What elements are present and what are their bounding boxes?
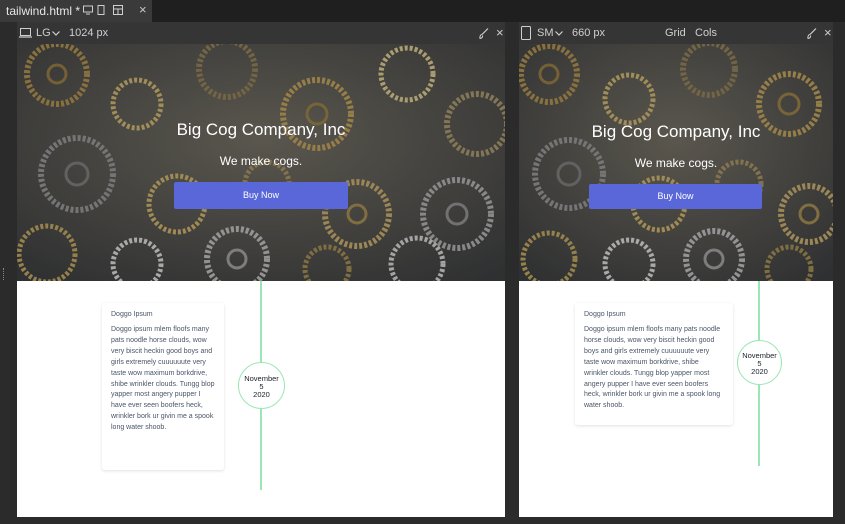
tab-bar: tailwind.html * × [0, 0, 845, 22]
desktop-preview-icon[interactable] [83, 5, 93, 15]
width-label: 1024 px [69, 27, 109, 39]
resize-grip[interactable] [3, 268, 6, 280]
cols-toggle[interactable]: Cols [695, 27, 717, 39]
close-panel-icon[interactable]: × [824, 25, 832, 40]
brush-icon[interactable] [807, 28, 817, 39]
preview-panel-sm: SM 660 px Grid Cols × Big Cog Company, I… [519, 22, 833, 524]
card-title: Doggo Ipsum [111, 311, 153, 318]
timeline-card: Doggo Ipsum Doggo ipsum mlem floofs many… [102, 303, 224, 470]
hero-subtitle: We make cogs. [634, 156, 718, 170]
chevron-down-icon[interactable] [555, 31, 563, 36]
date-year: 2020 [751, 367, 768, 376]
preview-frame-lg: Big Cog Company, Inc We make cogs. Buy N… [17, 44, 505, 517]
card-body: Doggo ipsum mlem floofs many pats noodle… [111, 326, 215, 432]
date-year: 2020 [253, 390, 270, 399]
timeline-card: Doggo Ipsum Doggo ipsum mlem floofs many… [575, 303, 733, 425]
hero-subtitle: We make cogs. [219, 154, 303, 168]
preview-panel-lg: LG 1024 px × Big Cog Company, Inc We mak… [17, 22, 505, 524]
width-label: 660 px [572, 27, 606, 39]
hero-section: Big Cog Company, Inc We make cogs. Buy N… [17, 44, 505, 281]
date-badge: November 5 2020 [238, 362, 285, 409]
file-tab-title: tailwind.html * [6, 4, 81, 18]
panel-header-lg: LG 1024 px × [17, 22, 505, 44]
device-size-label[interactable]: SM [537, 27, 554, 39]
tablet-icon [521, 26, 531, 40]
buy-now-button[interactable]: Buy Now [174, 182, 348, 209]
date-badge: November 5 2020 [737, 340, 782, 385]
panel-header-sm: SM 660 px Grid Cols × [519, 22, 833, 44]
file-tab[interactable]: tailwind.html * × [0, 0, 152, 22]
brush-icon[interactable] [479, 28, 489, 39]
grid-toggle[interactable]: Grid [665, 27, 686, 39]
buy-now-button[interactable]: Buy Now [589, 184, 762, 209]
close-tab-icon[interactable]: × [139, 2, 147, 17]
laptop-icon [19, 28, 32, 38]
mobile-preview-icon[interactable] [96, 5, 106, 15]
hero-title: Big Cog Company, Inc [176, 120, 346, 139]
card-title: Doggo Ipsum [584, 311, 626, 318]
hero-section: Big Cog Company, Inc We make cogs. Buy N… [519, 44, 833, 281]
close-panel-icon[interactable]: × [496, 25, 504, 40]
card-body: Doggo ipsum mlem floofs many pats noodle… [584, 326, 721, 410]
device-size-label[interactable]: LG [36, 27, 51, 39]
preview-frame-sm: Big Cog Company, Inc We make cogs. Buy N… [519, 44, 833, 517]
layout-toggle-icon[interactable] [113, 5, 123, 15]
hero-title: Big Cog Company, Inc [591, 122, 761, 141]
chevron-down-icon[interactable] [52, 31, 60, 36]
